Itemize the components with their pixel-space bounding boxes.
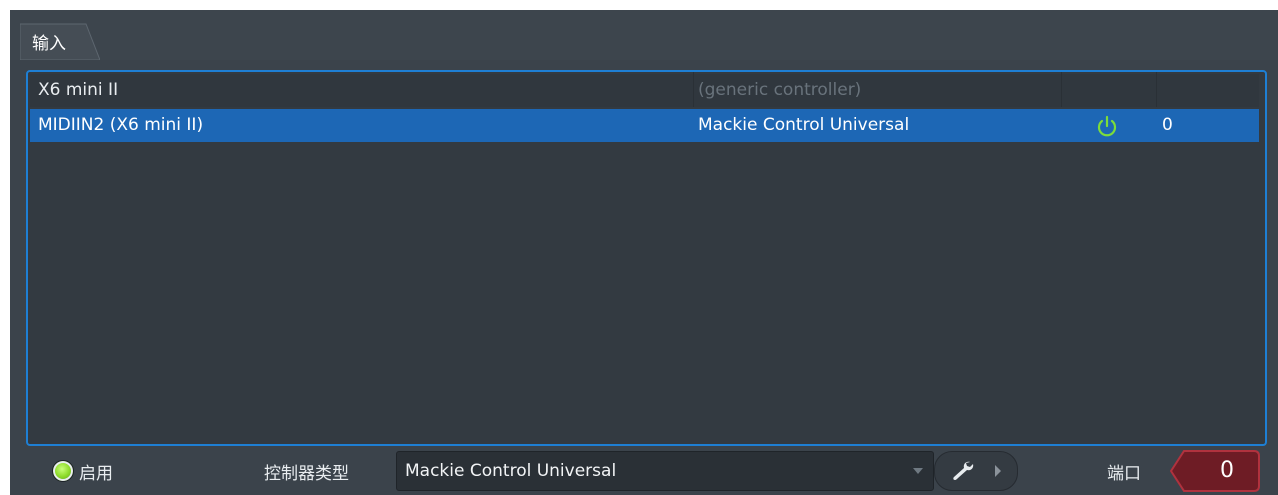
wrench-icon xyxy=(953,461,974,480)
device-port: 0 xyxy=(1162,115,1173,135)
port-value: 0 xyxy=(1220,458,1234,483)
device-name: X6 mini II xyxy=(38,80,119,100)
chevron-right-icon xyxy=(995,465,1001,477)
power-icon[interactable] xyxy=(1094,113,1120,139)
enable-label: 启用 xyxy=(79,464,113,484)
device-name: MIDIIN2 (X6 mini II) xyxy=(38,115,204,135)
tab-input-label: 输入 xyxy=(32,34,66,54)
controller-type-select[interactable]: Mackie Control Universal xyxy=(396,451,934,491)
controller-type-value: Mackie Control Universal xyxy=(405,461,617,481)
footer-bar: 启用 控制器类型 Mackie Control Universal 端口 0 xyxy=(10,448,1278,495)
controller-type: Mackie Control Universal xyxy=(698,115,910,135)
controller-type: (generic controller) xyxy=(698,80,862,100)
column-divider xyxy=(693,72,694,107)
device-list[interactable]: X6 mini II (generic controller) MIDIIN2 … xyxy=(26,70,1267,446)
tab-input[interactable]: 输入 xyxy=(20,22,100,60)
tab-bar: 输入 xyxy=(10,10,1278,60)
column-divider xyxy=(1156,72,1157,107)
settings-button[interactable] xyxy=(934,451,1018,491)
midi-input-panel: 输入 X6 mini II (generic controller) MIDII… xyxy=(10,10,1278,495)
column-divider xyxy=(1061,72,1062,107)
controller-type-label: 控制器类型 xyxy=(264,464,349,484)
led-indicator[interactable] xyxy=(52,460,74,482)
table-row[interactable]: X6 mini II (generic controller) xyxy=(30,74,1259,107)
port-label: 端口 xyxy=(1107,464,1141,484)
port-box-shape xyxy=(1170,450,1260,492)
dropdown-caret-icon xyxy=(913,468,923,474)
port-input[interactable]: 0 xyxy=(1170,450,1260,492)
table-row-selected[interactable]: MIDIIN2 (X6 mini II) Mackie Control Univ… xyxy=(30,109,1259,142)
